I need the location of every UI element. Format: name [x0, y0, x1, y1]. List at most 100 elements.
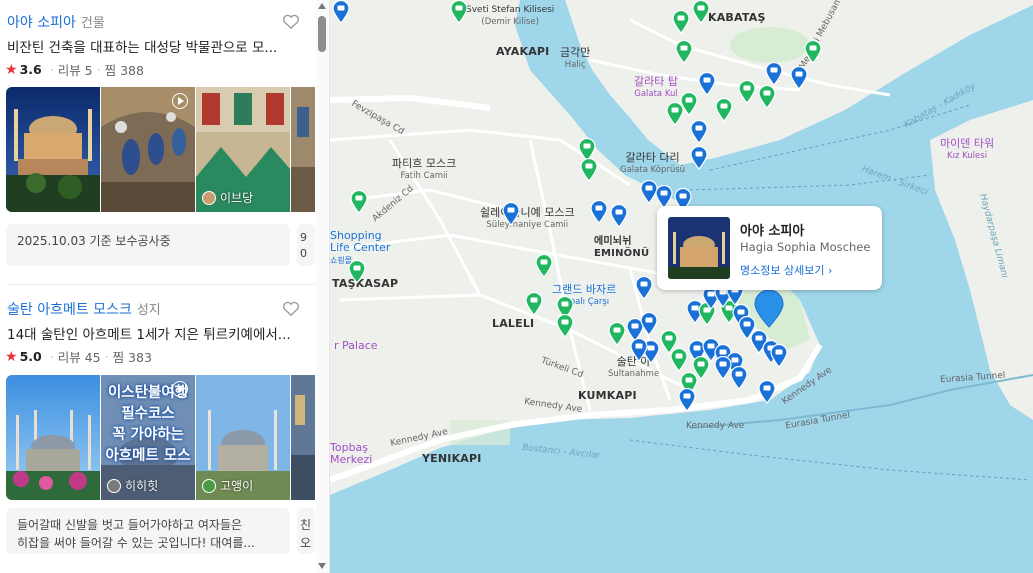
scrollbar-thumb[interactable] — [318, 16, 326, 52]
play-icon — [172, 381, 188, 397]
poi-label: 갈라타 탑 Galata Kul — [634, 75, 678, 100]
green-place-marker-icon[interactable] — [692, 0, 710, 24]
blue-place-marker-icon[interactable] — [332, 0, 350, 24]
green-place-marker-icon[interactable] — [670, 348, 688, 372]
place-category: 성지 — [136, 303, 161, 318]
review-count: 리뷰 5 — [57, 63, 93, 78]
heart-icon[interactable] — [282, 301, 300, 317]
green-place-marker-icon[interactable] — [580, 158, 598, 182]
poi-label: 금각만 Haliç — [560, 46, 591, 71]
save-count: 찜 388 — [104, 63, 144, 78]
place-header: 술탄 아흐메트 모스크 성지 — [7, 299, 161, 321]
scroll-up-arrow[interactable] — [318, 3, 326, 9]
green-place-marker-icon[interactable] — [666, 102, 684, 126]
callout-title: 아야 소피아 — [740, 224, 805, 239]
photo-credit: 고앵이 — [202, 477, 253, 494]
district-label: AYAKAPI — [496, 45, 550, 58]
star-icon: ★ — [5, 348, 18, 365]
blue-place-marker-icon[interactable] — [790, 66, 808, 90]
place-header: 아야 소피아 건물 — [7, 12, 105, 34]
photo[interactable] — [101, 87, 195, 212]
blue-place-marker-icon[interactable] — [698, 72, 716, 96]
callout-subtitle: Hagia Sophia Moschee — [740, 240, 871, 254]
photo-credit: 이브당 — [202, 189, 253, 206]
save-count: 찜 383 — [112, 350, 152, 365]
blue-place-marker-icon[interactable] — [640, 312, 658, 336]
blue-place-marker-icon[interactable] — [730, 366, 748, 390]
photo[interactable]: 이스탄불여행 필수코스 꼭 가야하는 아흐메트 모스 히히힛 — [101, 375, 195, 500]
place-meta: ★ 5.0 · 리뷰 45 · 찜 383 — [5, 348, 152, 366]
blue-place-marker-icon[interactable] — [590, 200, 608, 224]
review-snippet[interactable]: 친 오 — [297, 508, 315, 554]
place-card-sultan-ahmet[interactable]: 술탄 아흐메트 모스크 성지 14대 술탄인 아흐메트 1세가 지은 튀르키예에… — [0, 299, 315, 573]
avatar — [202, 478, 216, 493]
review-snippet[interactable]: 들어갈때 신발을 벗고 들어가야하고 여자들은 히잡을 써야 들어갈 수 있는 … — [6, 508, 290, 554]
photo[interactable]: 이브당 — [196, 87, 290, 212]
rating: 3.6 — [19, 62, 42, 77]
blue-place-marker-icon[interactable] — [502, 202, 520, 226]
blue-place-marker-icon[interactable] — [690, 146, 708, 170]
poi-label: r Palace — [334, 339, 378, 352]
place-category: 건물 — [80, 16, 105, 31]
district-label: LALELI — [492, 317, 535, 330]
place-name[interactable]: 아야 소피아 — [7, 12, 76, 32]
district-label: KUMKAPI — [578, 389, 637, 402]
place-name[interactable]: 술탄 아흐메트 모스크 — [7, 299, 132, 319]
callout-thumbnail — [668, 217, 730, 279]
district-label: YENIKAPI — [422, 452, 482, 465]
green-place-marker-icon[interactable] — [608, 322, 626, 346]
results-panel: 아야 소피아 건물 비잔틴 건축을 대표하는 대성당 박물관으로 모... ★ … — [0, 0, 330, 573]
scroll-down-arrow[interactable] — [318, 563, 326, 569]
review-snippet[interactable]: 90 — [297, 224, 315, 266]
avatar — [107, 478, 121, 493]
green-place-marker-icon[interactable] — [715, 98, 733, 122]
photo-strip[interactable]: 이브당 — [6, 87, 315, 212]
scrollbar-track[interactable] — [316, 0, 328, 573]
green-place-marker-icon[interactable] — [675, 40, 693, 64]
photo[interactable]: 고앵이 — [196, 375, 290, 500]
place-card-hagia-sophia[interactable]: 아야 소피아 건물 비잔틴 건축을 대표하는 대성당 박물관으로 모... ★ … — [0, 12, 315, 272]
blue-place-marker-icon[interactable] — [610, 204, 628, 228]
place-meta: ★ 3.6 · 리뷰 5 · 찜 388 — [5, 61, 144, 79]
poi-label: 쉴레이마니예 모스크 Süleymaniye Camii — [480, 206, 575, 231]
rating: 5.0 — [19, 349, 42, 364]
green-place-marker-icon[interactable] — [525, 292, 543, 316]
green-place-marker-icon[interactable] — [348, 260, 366, 284]
green-place-marker-icon[interactable] — [738, 80, 756, 104]
selected-location-pin-icon[interactable] — [754, 290, 784, 328]
green-place-marker-icon[interactable] — [535, 254, 553, 278]
star-icon: ★ — [5, 61, 18, 78]
blue-place-marker-icon[interactable] — [678, 388, 696, 412]
green-place-marker-icon[interactable] — [556, 314, 574, 338]
blue-place-marker-icon[interactable] — [635, 276, 653, 300]
district-label: 에미뇌뉘 EMINÖNÜ — [594, 236, 650, 259]
photo[interactable] — [291, 87, 315, 212]
green-place-marker-icon[interactable] — [350, 190, 368, 214]
photo[interactable] — [6, 375, 100, 500]
poi-label: 파티흐 모스크 Fatih Camii — [392, 157, 457, 182]
poi-label: 마이덴 타워 Kız Kulesi — [940, 137, 995, 162]
blue-place-marker-icon[interactable] — [630, 338, 648, 362]
poi-label: Topbaş Merkezi — [330, 441, 373, 466]
blue-place-marker-icon[interactable] — [770, 344, 788, 368]
map-view[interactable]: Sveti Stefan Kilisesi (Demir Kilise) KABA… — [330, 0, 1033, 573]
green-place-marker-icon[interactable] — [804, 40, 822, 64]
photo-strip[interactable]: 이스탄불여행 필수코스 꼭 가야하는 아흐메트 모스 히히힛 고앵이 — [6, 375, 315, 500]
photo[interactable] — [6, 87, 100, 212]
review-snippet[interactable]: 2025.10.03 기준 보수공사중 — [6, 224, 290, 266]
blue-place-marker-icon[interactable] — [758, 380, 776, 404]
avatar — [202, 190, 216, 205]
green-place-marker-icon[interactable] — [758, 85, 776, 109]
green-place-marker-icon[interactable] — [450, 0, 468, 24]
place-callout-card[interactable]: 아야 소피아 Hagia Sophia Moschee 명소정보 상세보기 › — [657, 206, 882, 290]
callout-detail-link[interactable]: 명소정보 상세보기 › — [740, 262, 832, 278]
photo[interactable] — [291, 375, 315, 500]
review-count: 리뷰 45 — [57, 350, 101, 365]
district-label: KABATAŞ — [708, 11, 766, 24]
blue-place-marker-icon[interactable] — [765, 62, 783, 86]
blue-place-marker-icon[interactable] — [690, 120, 708, 144]
poi-label: 갈라타 다리 Galata Köprüsü — [620, 151, 686, 176]
road-label: Kennedy Ave — [686, 421, 745, 431]
green-place-marker-icon[interactable] — [672, 10, 690, 34]
heart-icon[interactable] — [282, 14, 300, 30]
